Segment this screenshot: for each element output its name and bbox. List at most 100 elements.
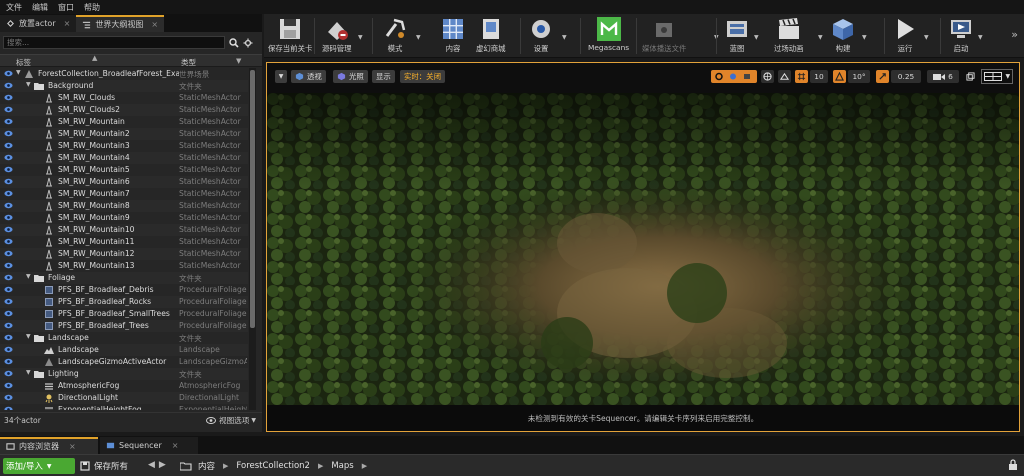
- outliner-scrollbar[interactable]: [249, 68, 256, 410]
- chevron-down-icon[interactable]: ▼: [16, 69, 21, 76]
- chevron-down-icon[interactable]: ▼: [26, 369, 31, 376]
- eye-icon[interactable]: [4, 142, 13, 149]
- outliner-search-input[interactable]: [3, 36, 225, 49]
- maximize-viewport-icon[interactable]: [966, 72, 975, 83]
- realtime-toggle[interactable]: 实时：关闭: [400, 70, 445, 83]
- chevron-down-icon[interactable]: ▼: [978, 34, 983, 41]
- close-icon[interactable]: ×: [172, 441, 179, 450]
- perspective-button[interactable]: 透视: [291, 70, 326, 83]
- outliner-row[interactable]: PFS_BF_Broadleaf_Trees ProceduralFoliage: [0, 320, 248, 332]
- eye-icon[interactable]: [4, 166, 13, 173]
- eye-icon[interactable]: [4, 298, 13, 305]
- eye-icon[interactable]: [4, 82, 13, 89]
- tab-place-actors[interactable]: 放置actor ×: [0, 15, 77, 32]
- tab-sequencer[interactable]: Sequencer ×: [100, 437, 198, 454]
- chevron-down-icon[interactable]: ▼: [26, 81, 31, 88]
- outliner-row[interactable]: SM_RW_Mountain2 StaticMeshActor: [0, 128, 248, 140]
- eye-icon[interactable]: [4, 70, 13, 77]
- eye-icon[interactable]: [4, 334, 13, 341]
- source-control-button[interactable]: 源码管理: [322, 16, 352, 56]
- outliner-row[interactable]: SM_RW_Mountain6 StaticMeshActor: [0, 176, 248, 188]
- outliner-row[interactable]: LandscapeGizmoActiveActor LandscapeGizmoA: [0, 356, 248, 368]
- chevron-down-icon[interactable]: ▼: [754, 34, 759, 41]
- column-label-header[interactable]: 标签: [16, 57, 31, 68]
- outliner-row[interactable]: SM_RW_Mountain11 StaticMeshActor: [0, 236, 248, 248]
- outliner-row[interactable]: SM_RW_Mountain3 StaticMeshActor: [0, 140, 248, 152]
- transform-tools-group[interactable]: [711, 70, 757, 83]
- megascans-button[interactable]: Megascans: [588, 16, 629, 56]
- eye-icon[interactable]: [4, 214, 13, 221]
- build-button[interactable]: 构建: [830, 16, 856, 56]
- tab-world-outliner[interactable]: 世界大纲视图 ×: [76, 15, 165, 32]
- chevron-down-icon[interactable]: ▼: [26, 273, 31, 280]
- eye-icon[interactable]: [4, 250, 13, 257]
- eye-icon[interactable]: [4, 238, 13, 245]
- settings-icon[interactable]: [241, 36, 255, 49]
- lit-mode-button[interactable]: 光照: [333, 70, 368, 83]
- rotation-snap-value[interactable]: 10°: [848, 70, 870, 83]
- close-icon[interactable]: ×: [64, 19, 71, 28]
- show-button[interactable]: 显示: [372, 70, 395, 83]
- chevron-down-icon[interactable]: ▼: [236, 57, 241, 65]
- toolbar-overflow-icon[interactable]: »: [1011, 28, 1018, 41]
- eye-icon[interactable]: [4, 274, 13, 281]
- eye-icon[interactable]: [4, 190, 13, 197]
- grid-snap-icon[interactable]: [795, 70, 808, 83]
- cinematics-button[interactable]: 过场动画: [774, 16, 804, 56]
- eye-icon[interactable]: [4, 310, 13, 317]
- outliner-row[interactable]: SM_RW_Mountain8 StaticMeshActor: [0, 200, 248, 212]
- eye-icon[interactable]: [4, 118, 13, 125]
- column-type-header[interactable]: 类型: [181, 57, 196, 68]
- lock-icon[interactable]: [1008, 459, 1018, 473]
- eye-icon[interactable]: [4, 406, 13, 410]
- surface-snap-icon[interactable]: [778, 70, 791, 83]
- eye-icon[interactable]: [4, 94, 13, 101]
- blueprint-button[interactable]: 蓝图: [724, 16, 750, 56]
- outliner-row[interactable]: SM_RW_Mountain9 StaticMeshActor: [0, 212, 248, 224]
- world-space-icon[interactable]: [761, 70, 774, 83]
- eye-icon[interactable]: [4, 394, 13, 401]
- scale-snap-value[interactable]: 0.25: [891, 70, 921, 83]
- marketplace-button[interactable]: 虚幻商城: [476, 16, 506, 56]
- scale-snap-icon[interactable]: [876, 70, 889, 83]
- camera-speed-button[interactable]: 6: [927, 70, 959, 83]
- outliner-row[interactable]: PFS_BF_Broadleaf_SmallTrees ProceduralFol…: [0, 308, 248, 320]
- content-button[interactable]: 内容: [440, 16, 466, 56]
- menu-help[interactable]: 帮助: [82, 2, 108, 13]
- eye-icon[interactable]: [4, 346, 13, 353]
- chevron-down-icon[interactable]: ▼: [358, 34, 363, 41]
- eye-icon[interactable]: [4, 322, 13, 329]
- outliner-row[interactable]: Landscape Landscape: [0, 344, 248, 356]
- outliner-folder-row[interactable]: ▼ Lighting 文件夹: [0, 368, 248, 380]
- eye-icon[interactable]: [4, 154, 13, 161]
- outliner-row[interactable]: SM_RW_Mountain10 StaticMeshActor: [0, 224, 248, 236]
- outliner-row[interactable]: DirectionalLight DirectionalLight: [0, 392, 248, 404]
- eye-icon[interactable]: [4, 262, 13, 269]
- outliner-row[interactable]: ExponentialHeightFog ExponentialHeight: [0, 404, 248, 410]
- outliner-folder-row[interactable]: ▼ Background 文件夹: [0, 80, 248, 92]
- outliner-row[interactable]: SM_RW_Mountain4 StaticMeshActor: [0, 152, 248, 164]
- save-all-button[interactable]: 保存所有: [80, 458, 128, 474]
- tab-content-browser[interactable]: 内容浏览器 ×: [0, 437, 98, 454]
- add-import-button[interactable]: 添加/导入 ▼: [3, 458, 75, 474]
- grid-snap-value[interactable]: 10: [810, 70, 828, 83]
- level-viewport[interactable]: ▼ 透视 光照 显示 实时：关闭 10 10° 0.25 6 ▼ 未检测到有效的…: [266, 62, 1020, 432]
- breadcrumb-content[interactable]: 内容: [198, 460, 215, 472]
- outliner-row[interactable]: SM_RW_Mountain5 StaticMeshActor: [0, 164, 248, 176]
- menu-window[interactable]: 窗口: [56, 2, 82, 13]
- chevron-down-icon[interactable]: ▼: [818, 34, 823, 41]
- outliner-row[interactable]: SM_RW_Mountain7 StaticMeshActor: [0, 188, 248, 200]
- chevron-down-icon[interactable]: ▼: [862, 34, 867, 41]
- scrollbar-thumb[interactable]: [250, 70, 255, 328]
- chevron-down-icon[interactable]: ▼: [416, 34, 421, 41]
- back-arrow-icon[interactable]: ◀: [148, 460, 159, 470]
- outliner-row[interactable]: SM_RW_Mountain StaticMeshActor: [0, 116, 248, 128]
- play-button[interactable]: 运行: [892, 16, 918, 56]
- outliner-row[interactable]: PFS_BF_Broadleaf_Rocks ProceduralFoliage: [0, 296, 248, 308]
- launch-button[interactable]: 启动: [948, 16, 974, 56]
- chevron-down-icon[interactable]: ▼: [562, 34, 567, 41]
- close-icon[interactable]: ×: [69, 442, 76, 451]
- outliner-row[interactable]: SM_RW_Mountain13 StaticMeshActor: [0, 260, 248, 272]
- outliner-folder-row[interactable]: ▼ Landscape 文件夹: [0, 332, 248, 344]
- folder-icon[interactable]: [180, 461, 192, 471]
